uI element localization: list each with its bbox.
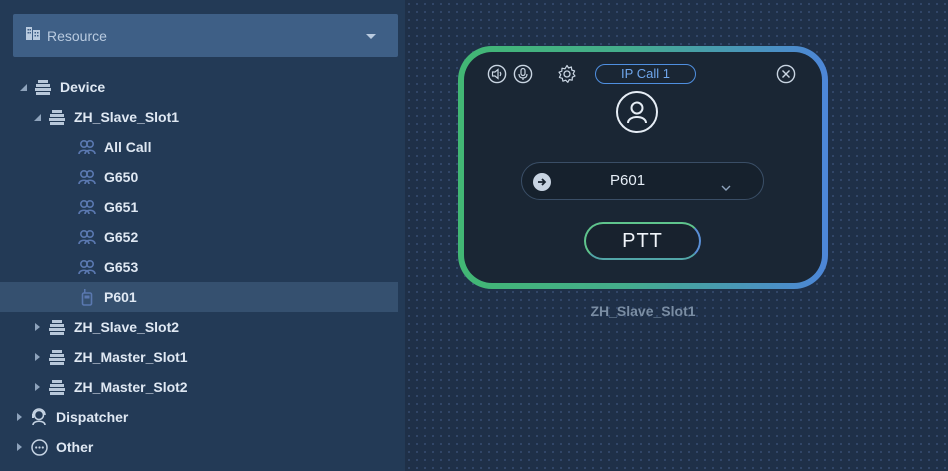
resource-dropdown-label: Resource [47, 27, 107, 44]
all-call-group-icon [78, 138, 96, 156]
group-icon [78, 168, 96, 186]
tree-item-label: ZH_Slave_Slot2 [74, 319, 180, 335]
tree-item-zh-slave-slot1[interactable]: ZH_Slave_Slot1 [0, 102, 405, 132]
tree-item-label: P601 [104, 289, 137, 305]
arrow-right-circle-icon [533, 173, 551, 191]
user-avatar-icon [616, 91, 658, 133]
collapsed-triangle-icon[interactable] [32, 323, 42, 331]
tree-item-label: Other [56, 439, 94, 455]
tree-item-g653[interactable]: G653 [0, 252, 405, 282]
target-device-dropdown[interactable]: P601 [521, 162, 764, 200]
expanded-triangle-icon[interactable] [32, 113, 42, 121]
tree-item-zh-master-slot2[interactable]: ZH_Master_Slot2 [0, 372, 405, 402]
tree-item-label: G650 [104, 169, 139, 185]
server-icon [48, 378, 66, 396]
tree-item-label: Device [60, 79, 106, 95]
tree-item-other[interactable]: Other [0, 432, 405, 462]
microphone-icon[interactable] [513, 64, 533, 84]
gear-icon[interactable] [557, 64, 577, 84]
tree-item-zh-slave-slot2[interactable]: ZH_Slave_Slot2 [0, 312, 405, 342]
device-caption: ZH_Slave_Slot1 [590, 303, 696, 319]
collapsed-triangle-icon[interactable] [32, 353, 42, 361]
tree-item-label: G651 [104, 199, 139, 215]
tree-item-label: ZH_Slave_Slot1 [74, 109, 180, 125]
server-icon [48, 348, 66, 366]
tree-item-p601[interactable]: P601 [0, 282, 398, 312]
ip-call-card-body: IP Call 1 P601 PTT [464, 52, 822, 283]
ptt-button[interactable]: PTT [584, 222, 701, 260]
radio-icon [78, 288, 96, 306]
group-icon [78, 258, 96, 276]
collapsed-triangle-icon[interactable] [32, 383, 42, 391]
more-circle-icon [30, 438, 48, 456]
ip-call-label: IP Call 1 [595, 64, 696, 84]
tree-item-label: ZH_Master_Slot2 [74, 379, 188, 395]
tree-item-g650[interactable]: G650 [0, 162, 405, 192]
collapsed-triangle-icon[interactable] [14, 413, 24, 421]
tree-item-label: Dispatcher [56, 409, 129, 425]
tree-item-label: G653 [104, 259, 139, 275]
tree-item-g651[interactable]: G651 [0, 192, 405, 222]
building-icon [25, 26, 41, 46]
server-icon [34, 78, 52, 96]
expanded-triangle-icon[interactable] [18, 83, 28, 91]
tree-item-dispatcher[interactable]: Dispatcher [0, 402, 405, 432]
speaker-icon[interactable] [487, 64, 507, 84]
close-icon[interactable] [776, 64, 796, 84]
server-icon [48, 318, 66, 336]
tree-item-all-call[interactable]: All Call [0, 132, 405, 162]
server-icon [48, 108, 66, 126]
resource-tree: Device ZH_Slave_Slot1 All Call G650 G651… [0, 72, 405, 462]
group-icon [78, 228, 96, 246]
dispatcher-icon [30, 408, 48, 426]
ip-call-card: IP Call 1 P601 PTT [458, 46, 828, 289]
tree-item-label: ZH_Master_Slot1 [74, 349, 188, 365]
tree-item-device[interactable]: Device [0, 72, 405, 102]
chevron-down-icon [721, 178, 731, 196]
resource-dropdown[interactable]: Resource [13, 14, 398, 57]
group-icon [78, 198, 96, 216]
tree-item-g652[interactable]: G652 [0, 222, 405, 252]
caret-down-icon [366, 34, 376, 39]
tree-item-label: G652 [104, 229, 139, 245]
tree-item-label: All Call [104, 139, 152, 155]
resource-sidebar: Resource Device ZH_Slave_Slot1 All Call … [0, 0, 405, 471]
target-device-value: P601 [610, 172, 646, 189]
tree-item-zh-master-slot1[interactable]: ZH_Master_Slot1 [0, 342, 405, 372]
collapsed-triangle-icon[interactable] [14, 443, 24, 451]
